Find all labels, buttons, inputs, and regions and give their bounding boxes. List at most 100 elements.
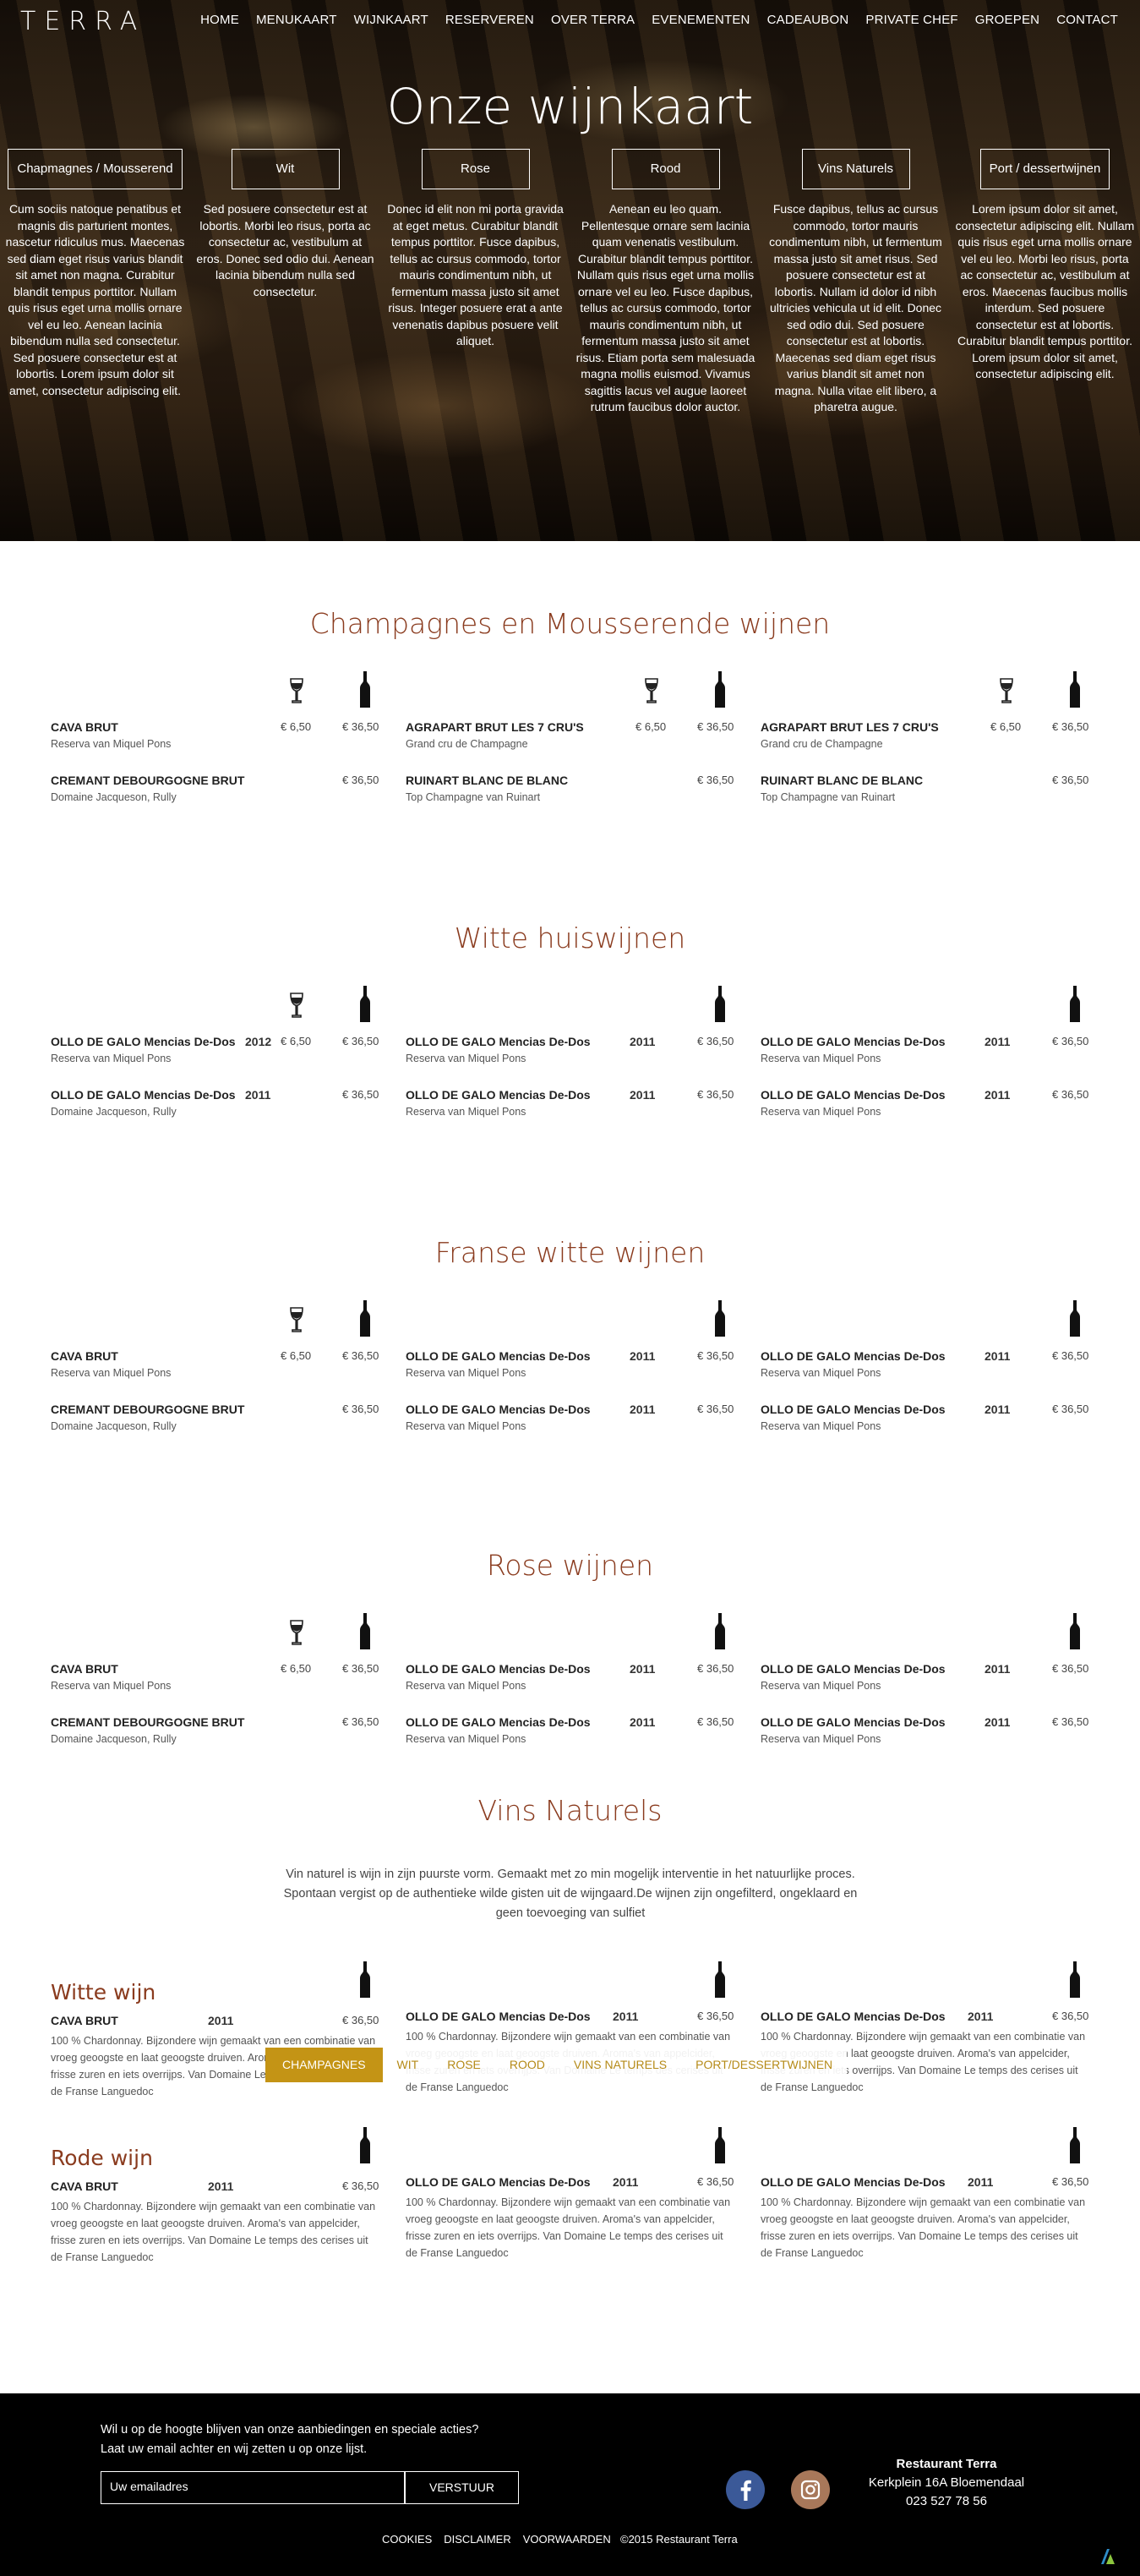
footer-link-cookies[interactable]: COOKIES bbox=[382, 2533, 432, 2546]
bottle-price: € 36,50 bbox=[1052, 1662, 1089, 1675]
wine-subtitle: Grand cru de Champagne bbox=[761, 738, 883, 750]
wine-name: OLLO DE GALO Mencias De-Dos bbox=[761, 1035, 946, 1048]
wine-subtitle: Top Champagne van Ruinart bbox=[761, 791, 896, 803]
wine-year: 2011 bbox=[208, 2179, 234, 2193]
wine-item[interactable]: RUINART BLANC DE BLANC € 36,50 Top Champag… bbox=[406, 774, 735, 803]
wine-item[interactable]: OLLO DE GALO Mencias De-Dos 2011 € 36,50 Re… bbox=[761, 1088, 1090, 1118]
floating-tab-champagnes[interactable]: CHAMPAGNES bbox=[265, 2048, 383, 2082]
wine-year: 2011 bbox=[630, 1662, 656, 1676]
wine-bottle-icon bbox=[713, 1613, 727, 1654]
wine-item[interactable]: AGRAPART BRUT LES 7 CRU'S € 6,50 € 36,50 Gr… bbox=[761, 720, 1090, 750]
wine-bottle-icon bbox=[358, 671, 372, 713]
wine-item[interactable]: OLLO DE GALO Mencias De-Dos 2011 € 36,50 Re… bbox=[406, 1403, 735, 1432]
logo[interactable]: TERRA bbox=[20, 7, 145, 36]
footer-link-voorwaarden[interactable]: VOORWAARDEN bbox=[523, 2533, 611, 2546]
wine-item[interactable]: AGRAPART BRUT LES 7 CRU'S € 6,50 € 36,50 Gr… bbox=[406, 720, 735, 750]
nav-menukaart[interactable]: MENUKAART bbox=[256, 13, 337, 27]
email-input[interactable]: Uw emailadres bbox=[101, 2471, 405, 2504]
floating-tab-rood[interactable]: ROOD bbox=[495, 2048, 559, 2082]
nav-wijnkaart[interactable]: WIJNKAART bbox=[354, 13, 428, 27]
natural-wine-item[interactable]: OLLO DE GALO Mencias De-Dos 2011 € 36,50 10… bbox=[761, 2175, 1090, 2262]
wine-item[interactable]: OLLO DE GALO Mencias De-Dos 2011 € 36,50 Re… bbox=[761, 1662, 1090, 1692]
bottle-price: € 36,50 bbox=[697, 2010, 734, 2022]
wine-item[interactable]: CREMANT DEBOURGOGNE BRUT € 36,50 Domaine J… bbox=[51, 774, 380, 803]
facebook-icon[interactable] bbox=[726, 2470, 765, 2509]
wine-item[interactable]: RUINART BLANC DE BLANC € 36,50 Top Champag… bbox=[761, 774, 1090, 803]
wine-item[interactable]: CREMANT DEBOURGOGNE BRUT € 36,50 Domaine J… bbox=[51, 1403, 380, 1432]
floating-tab-vins-naturels[interactable]: VINS NATURELS bbox=[559, 2048, 681, 2082]
wine-subtitle: Top Champagne van Ruinart bbox=[406, 791, 541, 803]
wine-item[interactable]: OLLO DE GALO Mencias De-Dos 2011 € 36,50 Re… bbox=[761, 1715, 1090, 1745]
wine-item[interactable]: OLLO DE GALO Mencias De-Dos 2011 € 36,50 Re… bbox=[406, 1088, 735, 1118]
glass-price: € 6,50 bbox=[281, 1349, 312, 1362]
bottle-price: € 36,50 bbox=[697, 774, 734, 786]
wine-item[interactable]: OLLO DE GALO Mencias De-Dos 2011 € 36,50 Re… bbox=[406, 1035, 735, 1064]
wine-year: 2011 bbox=[985, 1035, 1011, 1048]
wine-name: OLLO DE GALO Mencias De-Dos bbox=[406, 1403, 591, 1416]
section-title-vins-naturels: Vins Naturels bbox=[477, 1794, 663, 1827]
wine-item[interactable]: OLLO DE GALO Mencias De-Dos 2011 € 36,50 Re… bbox=[761, 1403, 1090, 1432]
wine-glass-icon bbox=[288, 678, 305, 709]
bottle-price: € 36,50 bbox=[697, 2175, 734, 2188]
wine-item[interactable]: CAVA BRUT € 6,50 € 36,50 Reserva van Miquel… bbox=[51, 1349, 380, 1379]
footer-link-disclaimer[interactable]: DISCLAIMER bbox=[444, 2533, 510, 2546]
wine-name: AGRAPART BRUT LES 7 CRU'S bbox=[406, 720, 584, 734]
wine-item[interactable]: OLLO DE GALO Mencias De-Dos 2011 € 36,50 Re… bbox=[761, 1349, 1090, 1379]
wine-subtitle: Reserva van Miquel Pons bbox=[51, 738, 172, 750]
newsletter-line: Wil u op de hoogte blijven van onze aanb… bbox=[101, 2423, 479, 2437]
wine-item[interactable]: CREMANT DEBOURGOGNE BRUT € 36,50 Domaine J… bbox=[51, 1715, 380, 1745]
category-button-wit[interactable]: Wit bbox=[231, 149, 340, 189]
nav-contact[interactable]: CONTACT bbox=[1056, 13, 1118, 27]
natural-wine-item[interactable]: OLLO DE GALO Mencias De-Dos 2011 € 36,50 10… bbox=[406, 2175, 735, 2262]
wine-item[interactable]: CAVA BRUT € 6,50 € 36,50 Reserva van Miquel… bbox=[51, 1662, 380, 1692]
wine-item[interactable]: CAVA BRUT € 6,50 € 36,50 Reserva van Miquel… bbox=[51, 720, 380, 750]
natural-wine-item[interactable]: CAVA BRUT 2011 € 36,50 100 % Chardonnay. Bi… bbox=[51, 2179, 380, 2266]
phone-number[interactable]: 023 527 78 56 bbox=[837, 2492, 1056, 2511]
floating-tab-port[interactable]: PORT/DESSERTWIJNEN bbox=[681, 2048, 847, 2082]
category-button-vins-naturels[interactable]: Vins Naturels bbox=[801, 149, 910, 189]
instagram-icon[interactable] bbox=[791, 2470, 830, 2509]
bottle-price: € 36,50 bbox=[697, 1088, 734, 1101]
wine-name: OLLO DE GALO Mencias De-Dos bbox=[406, 1715, 591, 1729]
floating-tab-wit[interactable]: WIT bbox=[383, 2048, 434, 2082]
bottle-price: € 36,50 bbox=[697, 1662, 734, 1675]
wine-item[interactable]: OLLO DE GALO Mencias De-Dos 2011 € 36,50 Do… bbox=[51, 1088, 380, 1118]
wine-name: OLLO DE GALO Mencias De-Dos bbox=[761, 1403, 946, 1416]
wine-name: OLLO DE GALO Mencias De-Dos bbox=[761, 2175, 946, 2189]
wine-item[interactable]: OLLO DE GALO Mencias De-Dos 2011 € 36,50 Re… bbox=[761, 1035, 1090, 1064]
category-rood: Rood Aenean eu leo quam. Pellentesque or… bbox=[570, 149, 761, 416]
wine-subtitle: Domaine Jacqueson, Rully bbox=[51, 1106, 177, 1118]
floating-tab-rose[interactable]: ROSE bbox=[433, 2048, 495, 2082]
wine-item[interactable]: OLLO DE GALO Mencias De-Dos 2011 € 36,50 Re… bbox=[406, 1349, 735, 1379]
wine-name: OLLO DE GALO Mencias De-Dos bbox=[406, 1088, 591, 1102]
nav-over-terra[interactable]: OVER TERRA bbox=[551, 13, 635, 27]
bottle-price: € 36,50 bbox=[342, 1088, 379, 1101]
bottle-price: € 36,50 bbox=[697, 720, 734, 733]
wine-name: RUINART BLANC DE BLANC bbox=[406, 774, 569, 787]
nav-evenementen[interactable]: EVENEMENTEN bbox=[652, 13, 750, 27]
wine-bottle-icon bbox=[713, 1961, 727, 2003]
nav-reserveren[interactable]: RESERVEREN bbox=[445, 13, 534, 27]
wine-item[interactable]: OLLO DE GALO Mencias De-Dos 2011 € 36,50 Re… bbox=[406, 1715, 735, 1745]
wine-subtitle: Reserva van Miquel Pons bbox=[761, 1367, 881, 1379]
bottle-price: € 36,50 bbox=[342, 774, 379, 786]
nav-groepen[interactable]: GROEPEN bbox=[975, 13, 1039, 27]
nav-private-chef[interactable]: PRIVATE CHEF bbox=[865, 13, 957, 27]
wine-name: OLLO DE GALO Mencias De-Dos bbox=[51, 1035, 236, 1048]
bottle-price: € 36,50 bbox=[342, 1035, 379, 1047]
category-button-port[interactable]: Port / dessertwijnen bbox=[979, 149, 1110, 189]
section-title: Witte huiswijnen bbox=[454, 922, 686, 954]
category-button-rose[interactable]: Rose bbox=[421, 149, 530, 189]
wine-item[interactable]: OLLO DE GALO Mencias De-Dos 2011 € 36,50 Re… bbox=[406, 1662, 735, 1692]
category-button-champagnes[interactable]: Chapmagnes / Mousserend bbox=[8, 149, 183, 189]
bottle-price: € 36,50 bbox=[1052, 1715, 1089, 1728]
category-button-rood[interactable]: Rood bbox=[611, 149, 720, 189]
category-text: Fusce dapibus, tellus ac cursus commodo,… bbox=[769, 202, 942, 413]
nav-cadeaubon[interactable]: CADEAUBON bbox=[767, 13, 849, 27]
send-button[interactable]: VERSTUUR bbox=[405, 2471, 519, 2504]
bottle-price: € 36,50 bbox=[1052, 2175, 1089, 2188]
wine-item[interactable]: OLLO DE GALO Mencias De-Dos 2012 € 6,50 € 3… bbox=[51, 1035, 380, 1064]
wine-year: 2011 bbox=[613, 2010, 639, 2023]
nav-home[interactable]: HOME bbox=[200, 13, 239, 27]
wine-name: OLLO DE GALO Mencias De-Dos bbox=[406, 2175, 591, 2189]
